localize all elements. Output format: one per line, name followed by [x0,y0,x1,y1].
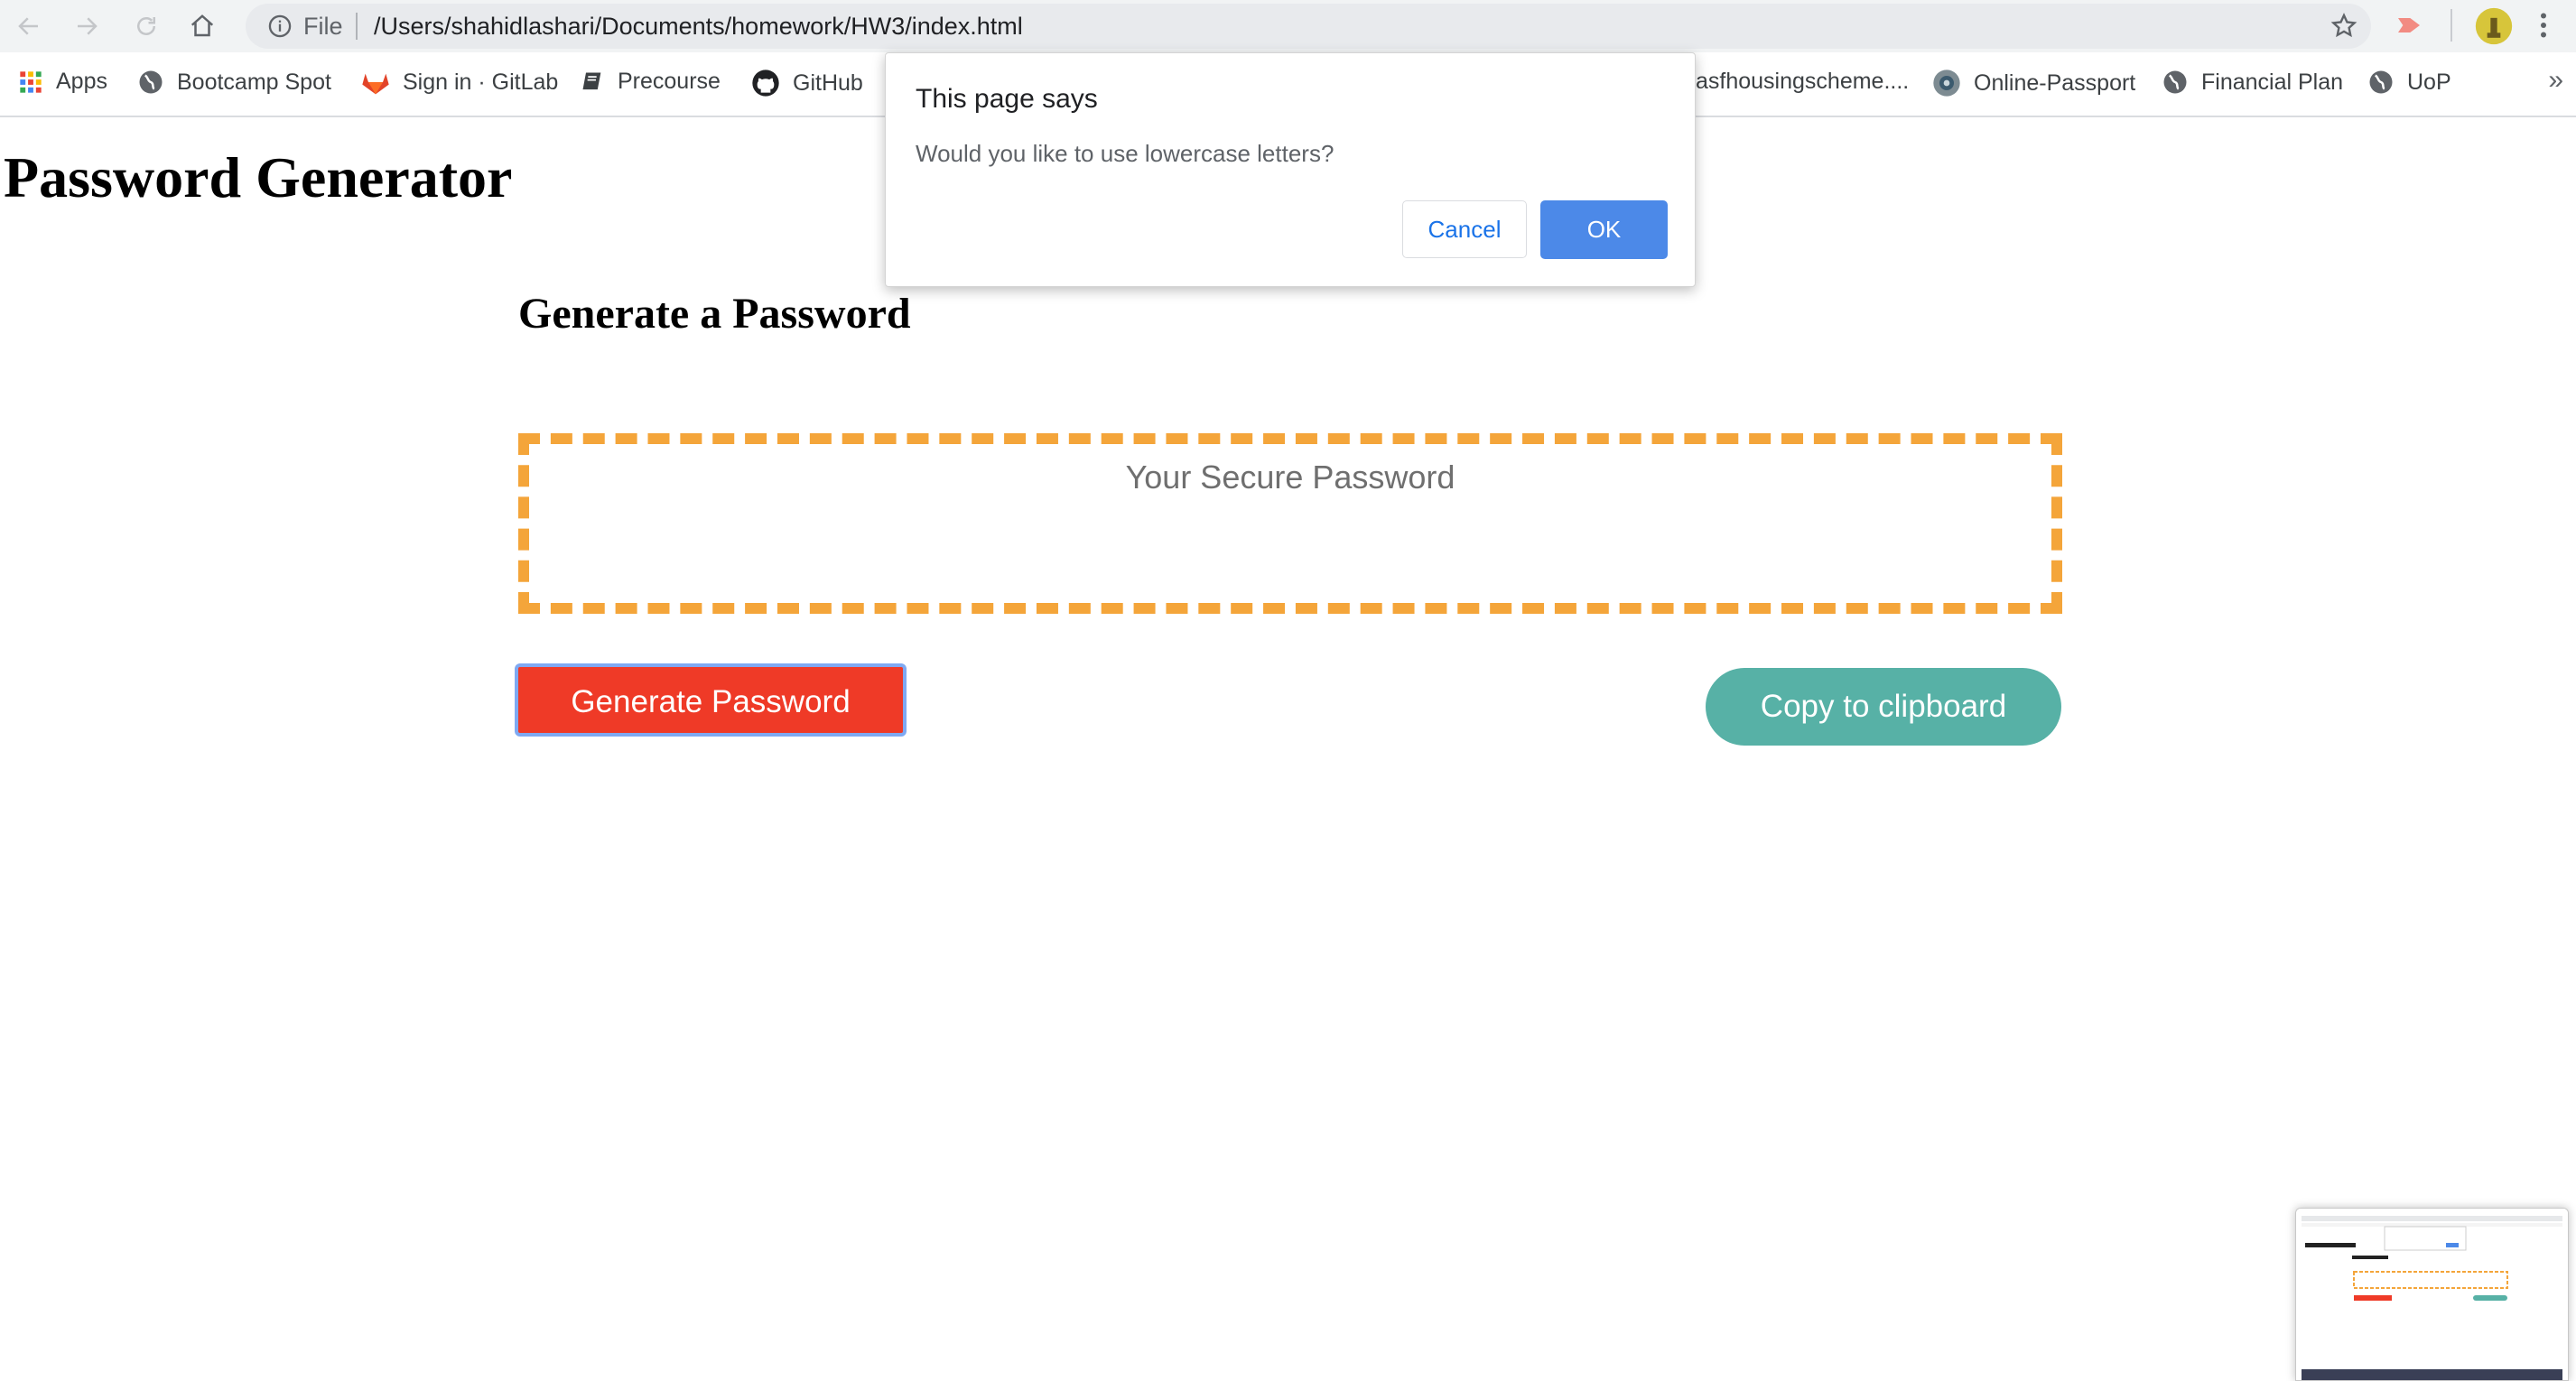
info-icon[interactable] [267,14,293,39]
confirm-dialog: This page says Would you like to use low… [885,52,1696,287]
forward-button[interactable] [67,7,107,45]
reload-button[interactable] [126,7,166,45]
home-icon [191,14,214,37]
bookmark-label: Sign in · GitLab [403,69,559,95]
reload-icon [137,17,155,35]
bookmark-label: Financial Plan [2201,69,2344,95]
back-button[interactable] [9,7,49,45]
apps-grid-icon [20,70,42,93]
dialog-title: This page says [916,84,1098,114]
bookmark-online-passport[interactable]: Online-Passport [1932,69,2135,97]
github-icon [752,70,779,97]
globe-icon [2369,70,2393,94]
home-button[interactable] [182,7,222,45]
bookmark-star-icon[interactable] [2330,12,2358,41]
bookmark-gitlab[interactable]: Sign in · GitLab [361,69,558,96]
password-output[interactable]: Your Secure Password [518,433,2062,614]
thumbnail-image [2296,1209,2568,1380]
forward-arrow-icon [78,17,98,35]
dialog-cancel-button[interactable]: Cancel [1402,200,1527,258]
screenshot-thumbnail[interactable] [2295,1208,2569,1381]
omnibox-divider [356,13,358,40]
browser-toolbar: File /Users/shahidlashari/Documents/home… [0,0,2576,52]
kebab-menu-icon[interactable] [2534,9,2553,42]
globe-icon [139,70,163,94]
copy-to-clipboard-button[interactable]: Copy to clipboard [1706,668,2061,746]
profile-avatar[interactable] [2474,6,2514,46]
book-icon [582,72,601,89]
bookmark-label: Bootcamp Spot [177,69,331,95]
card-title: Generate a Password [518,290,911,338]
bookmark-bootcamp-spot[interactable]: Bootcamp Spot [137,69,331,96]
bookmark-label: Online-Passport [1974,70,2136,96]
scheme-label: File [303,13,343,40]
bookmark-precourse[interactable]: Precourse [580,69,721,95]
gitlab-icon [362,73,389,95]
passport-icon [1933,70,1960,97]
bookmark-label: asfhousingscheme.... [1696,69,1910,94]
address-bar[interactable]: File /Users/shahidlashari/Documents/home… [246,4,2371,49]
bookmarks-overflow-button[interactable]: » [2548,65,2563,96]
bookmark-asfhousingscheme[interactable]: asfhousingscheme.... [1696,69,1909,95]
bookmark-github[interactable]: GitHub [751,69,863,97]
bookmark-label: GitHub [793,70,863,96]
toolbar-divider [2450,9,2452,42]
url-text[interactable]: /Users/shahidlashari/Documents/homework/… [374,13,1023,41]
generate-password-button[interactable]: Generate Password [515,663,907,737]
bookmark-apps[interactable]: Apps [18,69,107,95]
dialog-ok-button[interactable]: OK [1540,200,1668,259]
globe-icon [2163,70,2187,94]
bookmark-label: UoP [2407,69,2451,95]
bookmark-label: Apps [56,69,107,94]
back-arrow-icon [18,17,38,35]
bookmark-uop[interactable]: UoP [2367,69,2451,96]
dialog-message: Would you like to use lowercase letters? [916,140,1334,167]
bookmark-label: Precourse [618,69,721,94]
extension-icon[interactable] [2393,11,2425,40]
page-title: Password Generator [4,145,513,209]
password-placeholder: Your Secure Password [1125,459,1455,496]
bookmark-financial-plan[interactable]: Financial Plan [2162,69,2343,96]
